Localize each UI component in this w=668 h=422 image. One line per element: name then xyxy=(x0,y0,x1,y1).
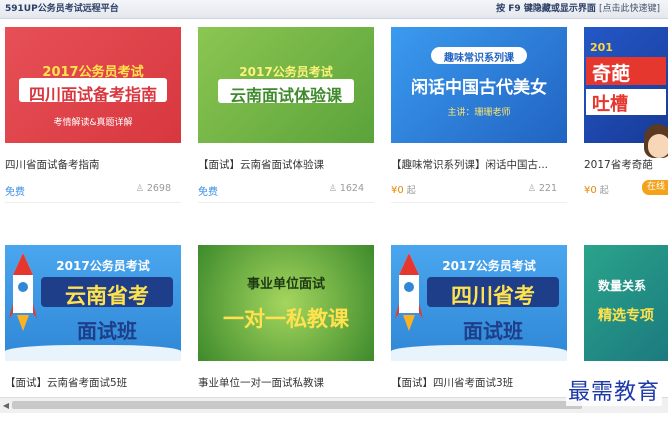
online-badge[interactable]: 在线 xyxy=(642,180,668,195)
course-price: 免费 xyxy=(5,187,25,198)
avatar-face xyxy=(648,134,668,158)
course-thumbnail[interactable]: 数量关系 精选专项 xyxy=(584,245,668,361)
app-title: 591UP公务员考试远程平台 xyxy=(5,4,119,14)
scrollbar-thumb[interactable] xyxy=(12,401,582,409)
divider xyxy=(5,202,181,203)
course-card[interactable]: 2017公务员考试 四川省考 面试班 【面试】四川省考面试3班 xyxy=(391,245,567,389)
course-thumbnail[interactable]: 趣味常识系列课 闲话中国古代美女 主讲：珊珊老师 xyxy=(391,27,567,143)
course-card[interactable]: 2017公务员考试 云南省考 面试班 【面试】云南省考面试5班 xyxy=(5,245,181,389)
divider xyxy=(391,202,567,203)
course-card[interactable]: 事业单位面试 一对一私教课 事业单位一对一面试私教课 xyxy=(198,245,374,389)
course-title[interactable]: 【面试】云南省考面试5班 xyxy=(5,375,127,390)
course-title[interactable]: 【面试】云南省面试体验课 xyxy=(198,157,324,172)
course-title[interactable]: 四川省面试备考指南 xyxy=(5,157,100,172)
course-card[interactable]: 2017公务员考试 云南面试体验课 【面试】云南省面试体验课 免费 ♙ 1624 xyxy=(198,27,374,203)
watermark: 最需教育 xyxy=(565,374,662,406)
course-thumbnail[interactable]: 2017公务员考试 四川省考 面试班 xyxy=(391,245,567,361)
course-card[interactable]: 数量关系 精选专项 xyxy=(584,245,668,361)
scroll-left-icon[interactable]: ◀ xyxy=(0,398,12,413)
course-thumbnail[interactable]: 2017公务员考试 云南面试体验课 xyxy=(198,27,374,143)
hide-ui-hint[interactable]: 按 F9 键隐藏或显示界面 [点击此快速键] xyxy=(496,0,660,18)
course-thumbnail[interactable]: 2017公务员考试 四川面试备考指南 考情解读&真题详解 xyxy=(5,27,181,143)
course-card[interactable]: 趣味常识系列课 闲话中国古代美女 主讲：珊珊老师 【趣味常识系列课】闲话中国古.… xyxy=(391,27,567,203)
course-thumbnail[interactable]: 事业单位面试 一对一私教课 xyxy=(198,245,374,361)
enrollment-count: ♙ 1624 xyxy=(328,183,364,194)
enrollment-count: ♙ 2698 xyxy=(135,183,171,194)
course-title[interactable]: 【面试】四川省考面试3班 xyxy=(391,375,513,390)
enrollment-count: ♙ 221 xyxy=(527,183,557,194)
user-icon: ♙ xyxy=(135,184,144,194)
course-price: ¥0 起 xyxy=(584,185,609,196)
user-icon: ♙ xyxy=(527,184,536,194)
user-icon: ♙ xyxy=(328,184,337,194)
online-assistant[interactable]: 在线 xyxy=(640,120,668,200)
course-price: 免费 xyxy=(198,187,218,198)
course-price: ¥0 起 xyxy=(391,185,416,196)
course-title[interactable]: 事业单位一对一面试私教课 xyxy=(198,375,324,390)
course-title[interactable]: 【趣味常识系列课】闲话中国古... xyxy=(391,157,548,172)
course-thumbnail[interactable]: 2017公务员考试 云南省考 面试班 xyxy=(5,245,181,361)
course-card[interactable]: 2017公务员考试 四川面试备考指南 考情解读&真题详解 四川省面试备考指南 免… xyxy=(5,27,181,203)
title-bar: 591UP公务员考试远程平台 按 F9 键隐藏或显示界面 [点击此快速键] xyxy=(0,0,668,19)
divider xyxy=(198,202,374,203)
